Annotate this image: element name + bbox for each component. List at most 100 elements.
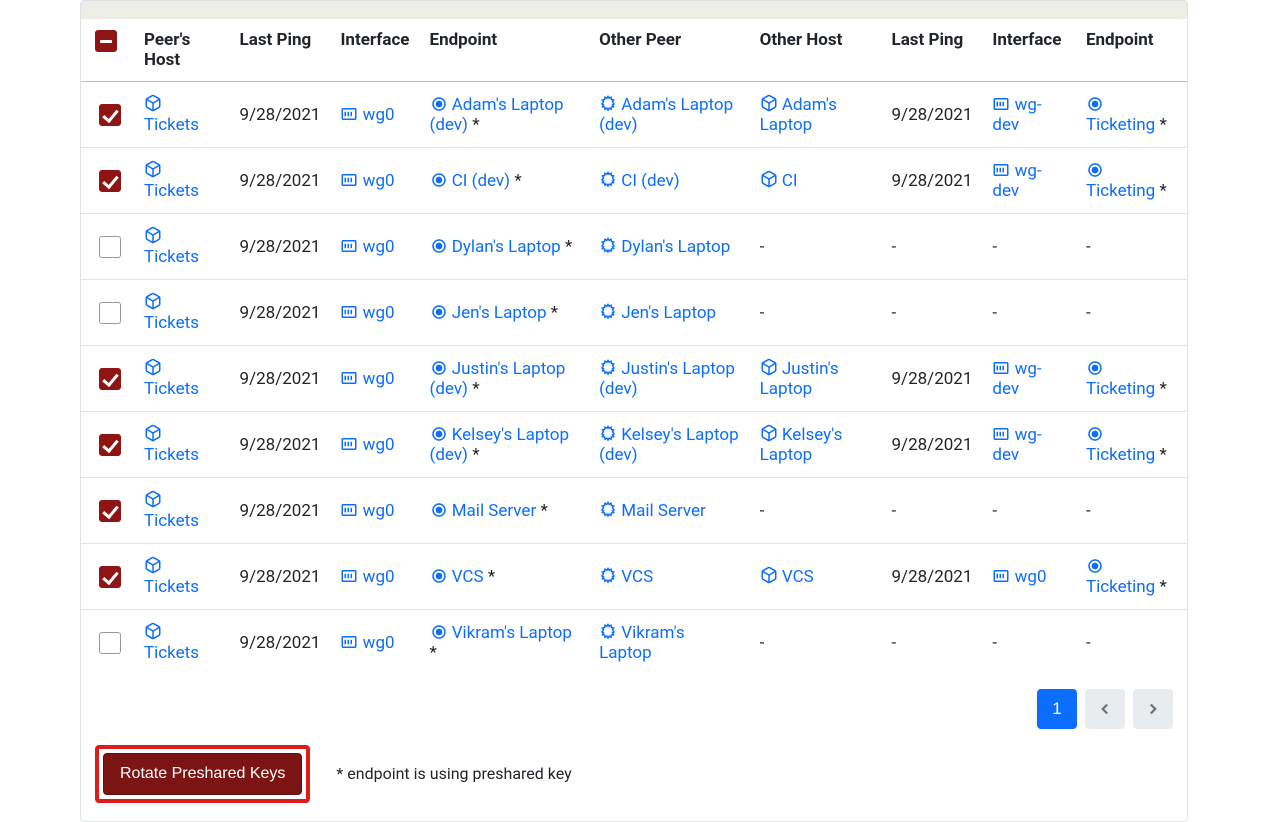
endpoint2-link[interactable]: Ticketing	[1086, 557, 1155, 597]
row-checkbox[interactable]	[99, 368, 121, 390]
interface2-link[interactable]: wg-dev	[992, 425, 1041, 465]
other-peer-link[interactable]: Justin's Laptop (dev)	[599, 359, 735, 399]
other-peer-link[interactable]: Adam's Laptop (dev)	[599, 95, 733, 135]
interface-link[interactable]: wg0	[340, 303, 394, 323]
peers-host-link[interactable]: Tickets	[144, 491, 199, 531]
endpoint-link[interactable]: Jen's Laptop	[430, 303, 547, 323]
interface-link[interactable]: wg0	[340, 501, 394, 521]
endpoint2-link[interactable]: Ticketing	[1086, 95, 1155, 135]
peers-host-link[interactable]: Tickets	[144, 293, 199, 333]
interface-link[interactable]: wg0	[340, 633, 394, 653]
endpoint2-link[interactable]: Ticketing	[1086, 359, 1155, 399]
endpoint-link[interactable]: Kelsey's Laptop (dev)	[430, 425, 570, 465]
other-peer-link[interactable]: Vikram's Laptop	[599, 623, 685, 663]
interface-link[interactable]: wg0	[340, 435, 394, 455]
last-ping-2: -	[882, 280, 983, 346]
rotate-preshared-keys-button[interactable]: Rotate Preshared Keys	[103, 753, 302, 795]
other-peer-link[interactable]: Mail Server	[599, 501, 706, 521]
other-host-link[interactable]: Kelsey's Laptop	[760, 425, 843, 465]
last-ping-2: 9/28/2021	[882, 346, 983, 412]
peers-host-link[interactable]: Tickets	[144, 425, 199, 465]
other-peer-link[interactable]: Kelsey's Laptop (dev)	[599, 425, 739, 465]
other-host-link[interactable]: VCS	[760, 567, 814, 587]
row-checkbox[interactable]	[99, 434, 121, 456]
peers-host-link[interactable]: Tickets	[144, 95, 199, 135]
endpoint-icon	[1086, 161, 1104, 179]
endpoint2-label: Ticketing	[1086, 181, 1155, 201]
endpoint-link[interactable]: Mail Server	[430, 501, 537, 521]
other-peer-label: Mail Server	[621, 501, 706, 521]
other-host-link[interactable]: Justin's Laptop	[760, 359, 839, 399]
other-peer-link[interactable]: Jen's Laptop	[599, 303, 716, 323]
col-peers-host: Peer's Host	[134, 19, 230, 82]
peer-badge-icon	[599, 237, 617, 255]
other-host-link[interactable]: CI	[760, 171, 798, 191]
peers-host-label: Tickets	[144, 115, 199, 135]
table-row: Tickets9/28/2021 wg0 Mail Server * Mail …	[81, 478, 1187, 544]
interface-icon	[340, 435, 358, 453]
row-checkbox[interactable]	[99, 236, 121, 258]
peers-host-link[interactable]: Tickets	[144, 557, 199, 597]
page-next[interactable]	[1133, 689, 1173, 729]
other-host-empty: -	[750, 478, 882, 544]
row-checkbox[interactable]	[99, 566, 121, 588]
peers-host-label: Tickets	[144, 379, 199, 399]
interface2-link[interactable]: wg-dev	[992, 161, 1041, 201]
select-all-checkbox[interactable]	[95, 30, 117, 52]
interface2-link[interactable]: wg-dev	[992, 95, 1041, 135]
endpoint-icon	[430, 425, 448, 443]
other-peer-link[interactable]: Dylan's Laptop	[599, 237, 730, 257]
interface-icon	[992, 359, 1010, 377]
row-checkbox[interactable]	[99, 170, 121, 192]
endpoint-link[interactable]: Vikram's Laptop	[430, 623, 572, 643]
interface2-link[interactable]: wg0	[992, 567, 1046, 587]
interface-label: wg0	[363, 303, 395, 323]
endpoint2-empty: -	[1076, 280, 1187, 346]
peers-host-link[interactable]: Tickets	[144, 359, 199, 399]
endpoint2-empty: -	[1076, 214, 1187, 280]
other-peer-label: Jen's Laptop	[621, 303, 716, 323]
row-checkbox[interactable]	[99, 104, 121, 126]
peers-host-label: Tickets	[144, 643, 199, 663]
other-peer-link[interactable]: VCS	[599, 567, 653, 587]
endpoint-icon	[430, 237, 448, 255]
page-prev[interactable]	[1085, 689, 1125, 729]
peers-host-link[interactable]: Tickets	[144, 227, 199, 267]
box-icon	[144, 424, 162, 442]
other-peer-link[interactable]: CI (dev)	[599, 171, 680, 191]
endpoint2-empty: -	[1076, 610, 1187, 676]
interface-link[interactable]: wg0	[340, 237, 394, 257]
interface2-link[interactable]: wg-dev	[992, 359, 1041, 399]
interface-link[interactable]: wg0	[340, 369, 394, 389]
endpoint-icon	[430, 171, 448, 189]
preshared-star: *	[472, 379, 479, 399]
endpoint-link[interactable]: Adam's Laptop (dev)	[430, 95, 564, 135]
endpoint2-link[interactable]: Ticketing	[1086, 425, 1155, 465]
interface-icon	[340, 237, 358, 255]
endpoint-link[interactable]: Dylan's Laptop	[430, 237, 561, 257]
endpoint2-link[interactable]: Ticketing	[1086, 161, 1155, 201]
row-checkbox[interactable]	[99, 632, 121, 654]
table-row: Tickets9/28/2021 wg0 Vikram's Laptop * V…	[81, 610, 1187, 676]
other-host-label: CI	[782, 171, 798, 191]
row-checkbox[interactable]	[99, 500, 121, 522]
endpoint-link[interactable]: Justin's Laptop (dev)	[430, 359, 566, 399]
last-ping-2: -	[882, 214, 983, 280]
interface-icon	[992, 95, 1010, 113]
other-host-link[interactable]: Adam's Laptop	[760, 95, 837, 135]
interface-link[interactable]: wg0	[340, 171, 394, 191]
row-checkbox[interactable]	[99, 302, 121, 324]
endpoint-icon	[430, 623, 448, 641]
endpoint-link[interactable]: CI (dev)	[430, 171, 511, 191]
other-peer-label: CI (dev)	[621, 171, 679, 191]
interface-link[interactable]: wg0	[340, 105, 394, 125]
peers-host-link[interactable]: Tickets	[144, 161, 199, 201]
page-1[interactable]: 1	[1037, 689, 1077, 729]
last-ping-1: 9/28/2021	[230, 148, 331, 214]
last-ping-2: 9/28/2021	[882, 148, 983, 214]
interface-icon	[992, 567, 1010, 585]
interface-link[interactable]: wg0	[340, 567, 394, 587]
box-icon	[760, 358, 778, 376]
endpoint-link[interactable]: VCS	[430, 567, 484, 587]
peers-host-link[interactable]: Tickets	[144, 623, 199, 663]
